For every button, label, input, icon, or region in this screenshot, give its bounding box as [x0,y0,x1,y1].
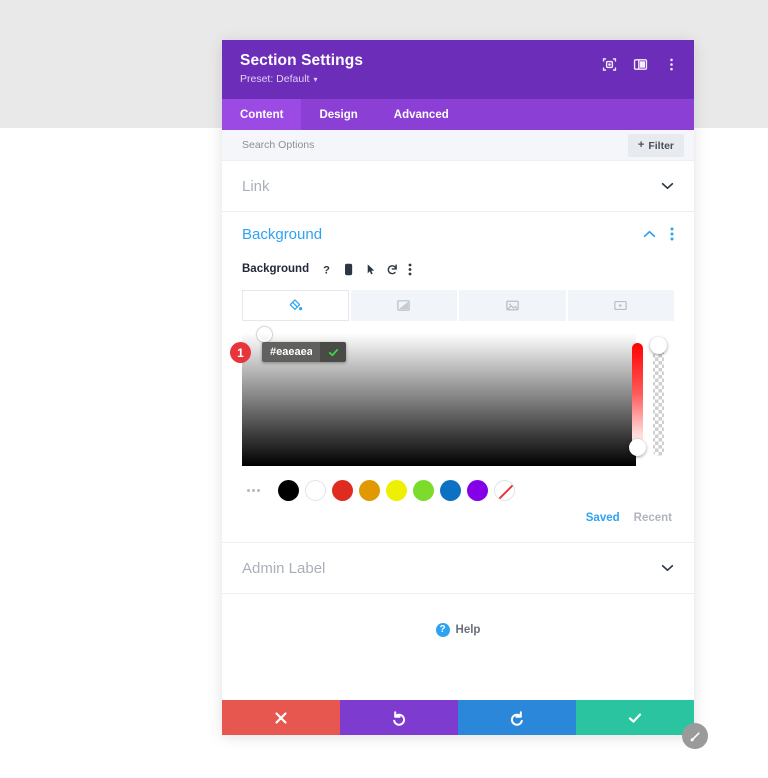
cancel-button[interactable] [222,700,340,735]
accordion-background: Background Background ? 1 #eaeaea Saved … [222,212,694,543]
chevron-down-icon [661,559,674,577]
resize-handle[interactable] [682,723,708,749]
accordion-admin-label-text: Admin Label [242,559,326,577]
background-field-label: Background [242,263,310,275]
svg-text:?: ? [323,264,330,275]
hover-cursor-icon[interactable] [364,263,377,276]
background-header-icons [643,225,674,243]
section-settings-panel: Section Settings Preset: Default ▾ Conte… [222,40,708,749]
undo-button[interactable] [340,700,458,735]
reset-icon[interactable] [386,263,399,276]
tab-content[interactable]: Content [222,99,302,130]
accordion-background-label: Background [242,225,323,243]
chevron-down-icon: ▾ [313,75,318,84]
search-bar: + Filter [222,130,694,161]
alpha-slider-handle[interactable] [650,337,667,354]
save-button[interactable] [576,700,694,735]
hex-color-input[interactable] [262,342,320,362]
confirm-color-button[interactable] [320,342,346,362]
target-icon[interactable] [601,56,618,73]
search-input[interactable] [242,139,542,151]
plus-icon: + [637,139,645,151]
hue-slider-handle[interactable] [629,439,646,456]
saturation-handle[interactable] [257,327,272,342]
titlebar-icon-group [601,56,680,73]
swatch-red[interactable] [332,480,353,501]
kebab-menu-icon[interactable] [663,56,680,73]
help-link[interactable]: ? Help [222,606,694,653]
background-type-tabs [242,290,674,321]
background-type-color-fill[interactable] [242,290,349,321]
panel-titlebar: Section Settings Preset: Default ▾ [222,40,694,99]
help-icon[interactable]: ? [320,263,333,275]
swatch-yellow[interactable] [386,480,407,501]
screen-root: Section Settings Preset: Default ▾ Conte… [0,0,768,778]
mobile-icon[interactable] [342,263,355,276]
layout-icon[interactable] [632,56,649,73]
background-field-row: Background ? [222,256,694,282]
swatch-tabs: Saved Recent [222,512,694,542]
accordion-link-label: Link [242,177,270,195]
filter-button-label: Filter [648,139,674,152]
redo-button[interactable] [458,700,576,735]
filter-button[interactable]: + Filter [627,134,684,157]
swatch-transparent[interactable] [494,480,515,501]
kebab-menu-icon[interactable] [670,227,674,241]
swatch-white[interactable] [305,480,326,501]
tab-saved-colors[interactable]: Saved [586,512,620,524]
background-type-video[interactable] [567,290,674,321]
background-type-image[interactable] [459,290,566,321]
preset-selector[interactable]: Preset: Default ▾ [240,73,676,86]
panel-footer [222,700,694,735]
panel-tabs: Content Design Advanced [222,99,694,130]
kebab-menu-icon[interactable] [408,263,412,276]
tab-recent-colors[interactable]: Recent [634,512,672,524]
background-type-gradient[interactable] [350,290,457,321]
accordion-background-header[interactable]: Background [222,212,694,256]
chevron-down-icon [661,177,674,195]
chevron-up-icon[interactable] [643,225,656,243]
alpha-slider[interactable] [650,337,667,456]
help-label: Help [455,623,481,636]
tab-advanced[interactable]: Advanced [376,99,467,130]
preset-label: Preset: Default [240,73,310,85]
accordion-link[interactable]: Link [222,161,694,212]
color-swatch-row [222,480,694,501]
tab-design[interactable]: Design [301,99,375,130]
more-options-icon[interactable] [242,489,264,492]
swatch-purple[interactable] [467,480,488,501]
annotation-badge-1: 1 [230,342,251,363]
hex-input-group [262,342,346,362]
swatch-orange[interactable] [359,480,380,501]
swatch-green[interactable] [413,480,434,501]
swatch-black[interactable] [278,480,299,501]
hue-slider[interactable] [629,343,646,456]
accordion-admin-label[interactable]: Admin Label [222,543,694,594]
help-icon: ? [435,622,450,637]
color-picker: 1 [230,327,674,466]
swatch-blue[interactable] [440,480,461,501]
